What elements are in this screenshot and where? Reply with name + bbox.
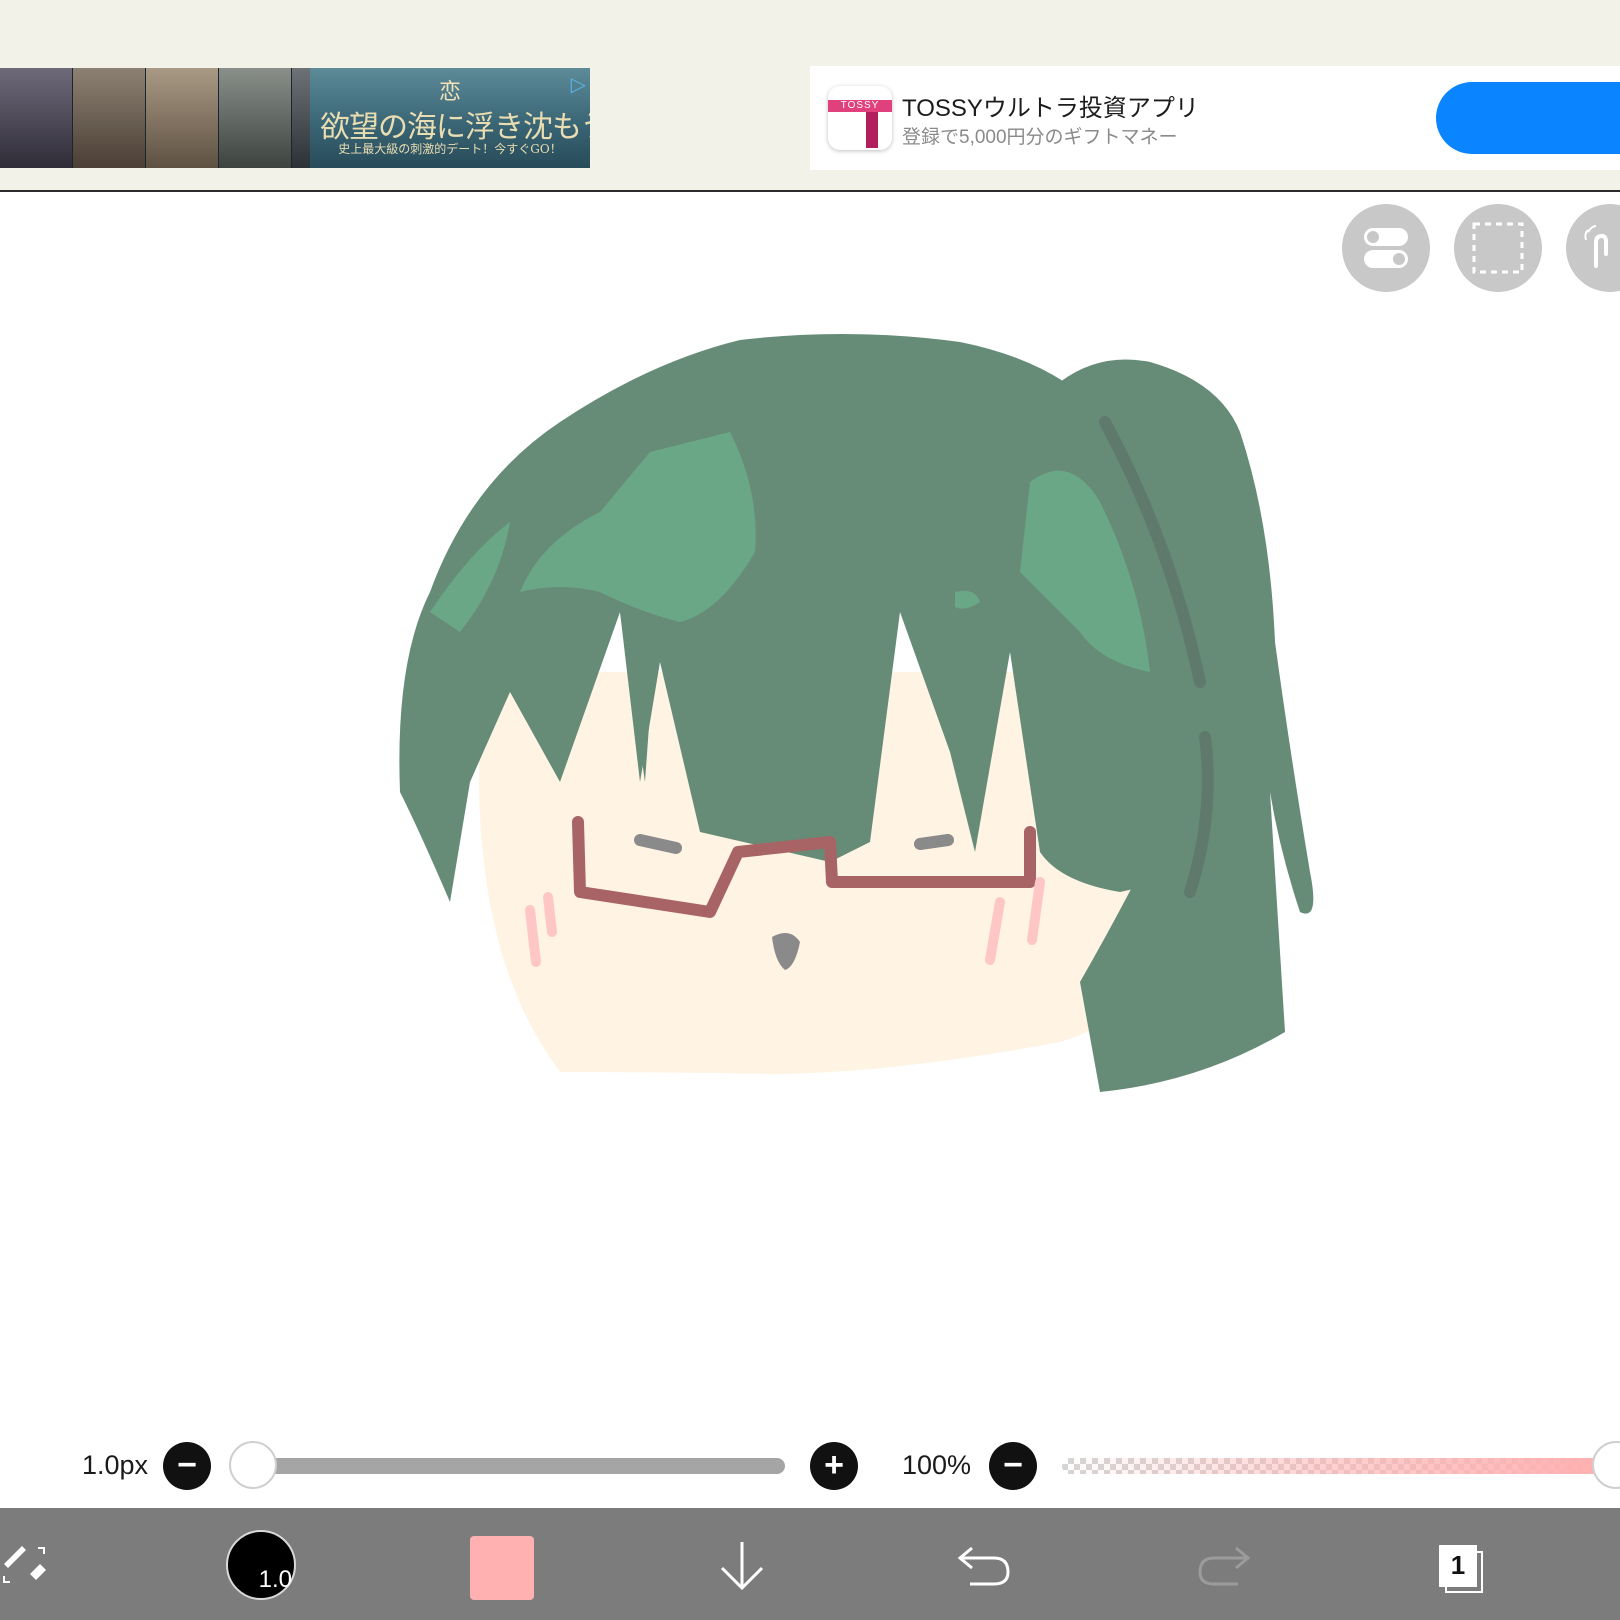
redo-icon	[1198, 1546, 1251, 1586]
app-icon: TOSSY	[828, 86, 892, 150]
brush-size-badge: 1.0	[258, 1566, 292, 1593]
app-icon-label: TOSSY	[828, 100, 892, 112]
size-slider-knob[interactable]	[229, 1441, 277, 1489]
ad-choices-icon[interactable]: ▷	[571, 72, 586, 97]
opacity-slider-track[interactable]	[1062, 1458, 1602, 1474]
size-decrease-button[interactable]: −	[163, 1442, 211, 1490]
layers-button[interactable]: 1	[1430, 1538, 1490, 1598]
color-picker-button[interactable]	[470, 1536, 534, 1600]
app-install-ad[interactable]: TOSSY TOSSYウルトラ投資アプリ 登録で5,000円分のギフトマネー	[810, 66, 1620, 170]
undo-icon	[957, 1546, 1010, 1586]
opacity-label: 100%	[902, 1450, 972, 1480]
size-slider-track[interactable]	[255, 1458, 785, 1474]
bottom-toolbar: 1.0 1	[0, 1508, 1620, 1620]
opacity-decrease-button[interactable]: −	[989, 1442, 1037, 1490]
ad-bar: 恋 欲望の海に浮き沈もう 史上最大級の刺激的デート！今すぐGO！ ▷ TOSSY…	[0, 0, 1620, 192]
ad-banner-art: 恋 欲望の海に浮き沈もう 史上最大級の刺激的デート！今すぐGO！ ▷	[310, 68, 590, 168]
brush-size-button[interactable]: 1.0	[226, 1530, 296, 1600]
minus-icon: −	[177, 1446, 197, 1484]
drawing-canvas[interactable]	[0, 192, 1620, 1392]
ad-app-title: TOSSYウルトラ投資アプリ	[902, 95, 1199, 122]
app-icon-mark	[866, 112, 878, 148]
game-ad-banner[interactable]: 恋 欲望の海に浮き沈もう 史上最大級の刺激的デート！今すぐGO！ ▷	[0, 68, 590, 168]
layer-count: 1	[1450, 1550, 1466, 1580]
opacity-slider-knob[interactable]	[1592, 1441, 1620, 1489]
redo-button[interactable]	[1196, 1542, 1252, 1590]
ad-app-subtitle: 登録で5,000円分のギフトマネー	[902, 127, 1178, 148]
ad-portrait	[146, 68, 219, 168]
chibi-drawing	[399, 333, 1314, 1092]
save-down-button[interactable]	[716, 1538, 768, 1594]
undo-button[interactable]	[956, 1542, 1012, 1590]
brush-eraser-icon	[3, 1546, 46, 1583]
plus-icon: +	[824, 1446, 844, 1484]
ad-portrait	[73, 68, 146, 168]
brush-eraser-switch-button[interactable]	[0, 1538, 56, 1594]
ad-banner-subtitle: 史上最大級の刺激的デート！今すぐGO！	[338, 142, 562, 156]
ad-portrait	[219, 68, 292, 168]
arrow-down-icon	[720, 1542, 764, 1591]
size-increase-button[interactable]: +	[810, 1442, 858, 1490]
ad-portrait	[0, 68, 73, 168]
minus-icon: −	[1003, 1446, 1023, 1484]
ad-install-button[interactable]	[1436, 82, 1620, 154]
brush-size-label: 1.0px	[82, 1450, 149, 1480]
